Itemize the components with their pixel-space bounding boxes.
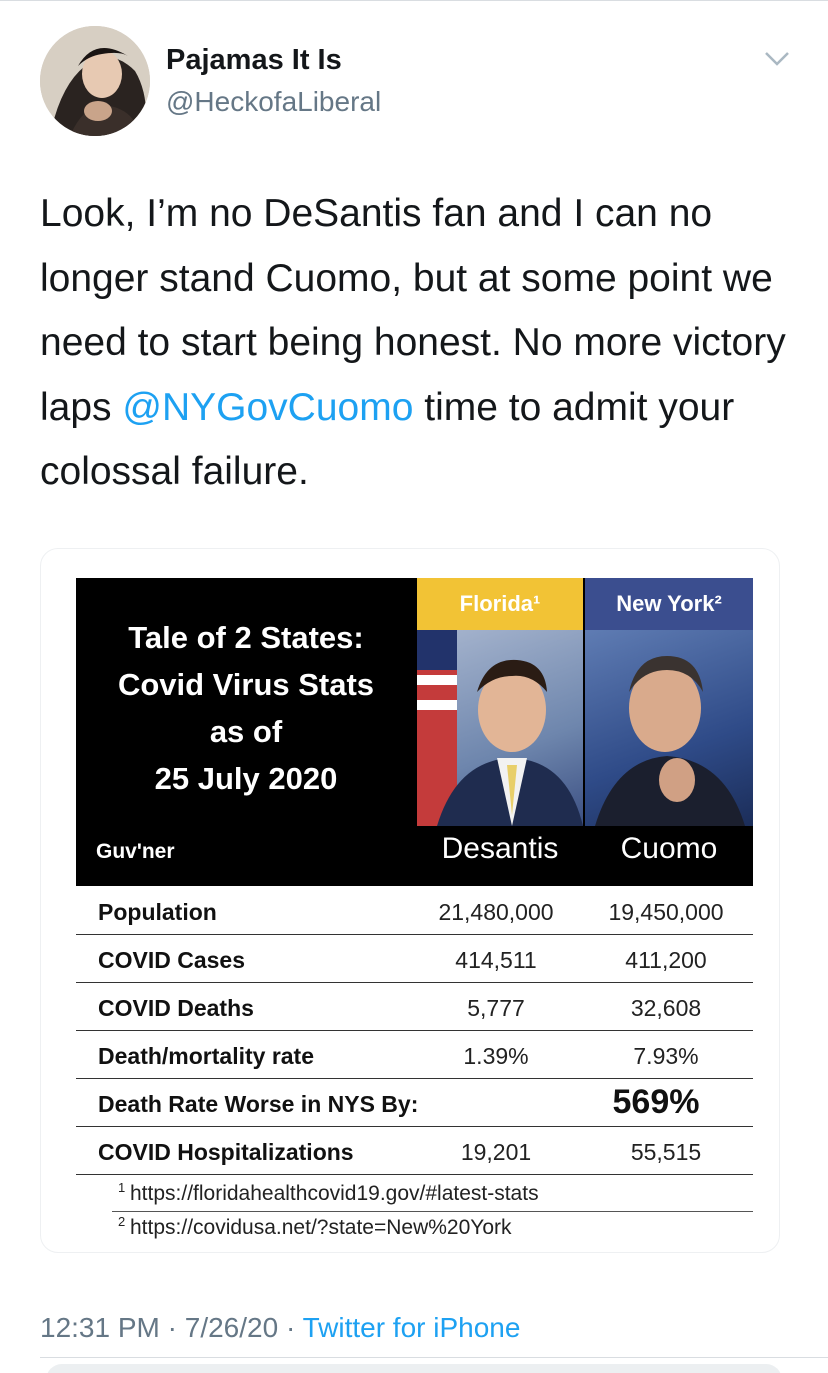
worse-row: Death Rate Worse in NYS By: 569% <box>76 1079 753 1127</box>
table-row: COVID Cases 414,511 411,200 <box>76 935 753 983</box>
title-line: 25 July 2020 <box>154 761 338 796</box>
footnote-mark: 2 <box>118 1214 126 1229</box>
florida-value: 5,777 <box>467 995 525 1021</box>
table-row: Population 21,480,000 19,450,000 <box>76 887 753 935</box>
separator: · <box>167 1312 177 1343</box>
florida-value: 19,201 <box>460 1139 532 1165</box>
tweet-source-link[interactable]: Twitter for iPhone <box>303 1312 521 1343</box>
newyork-header: New York² <box>585 578 753 630</box>
stats-table: Population 21,480,000 19,450,000 COVID C… <box>76 887 753 1175</box>
guv-florida: Desantis <box>441 832 559 865</box>
author-handle[interactable]: @HeckofaLiberal <box>166 86 381 118</box>
title-line: as of <box>209 714 283 749</box>
infographic-header: Tale of 2 States: Covid Virus Stats as o… <box>76 578 753 886</box>
row-label: Death Rate Worse in NYS By: <box>98 1091 419 1117</box>
florida-header: Florida¹ <box>417 578 583 630</box>
chevron-down-icon[interactable] <box>764 50 790 68</box>
avatar-photo-icon <box>40 26 150 136</box>
row-label: COVID Hospitalizations <box>98 1139 354 1165</box>
table-row: COVID Deaths 5,777 32,608 <box>76 983 753 1031</box>
florida-value: 414,511 <box>455 947 537 973</box>
worse-value: 569% <box>612 1083 700 1121</box>
footnote-url: https://covidusa.net/?state=New%20York <box>130 1216 512 1239</box>
row-label: Death/mortality rate <box>98 1043 315 1069</box>
guv-label: Guv'ner <box>96 840 175 863</box>
row-label: COVID Deaths <box>98 995 254 1021</box>
newyork-value: 19,450,000 <box>608 899 724 925</box>
guv-newyork: Cuomo <box>620 832 718 865</box>
bottom-divider <box>40 1357 828 1358</box>
desantis-photo <box>417 630 583 826</box>
next-card-edge <box>46 1364 782 1373</box>
footnote-url: https://floridahealthcovid19.gov/#latest… <box>130 1182 539 1205</box>
footnote: 1 https://floridahealthcovid19.gov/#late… <box>76 1178 753 1212</box>
row-label: COVID Cases <box>98 947 246 973</box>
footnotes: 1 https://floridahealthcovid19.gov/#late… <box>76 1178 753 1246</box>
tweet-time: 12:31 PM <box>40 1312 160 1343</box>
infographic-title: Tale of 2 States: Covid Virus Stats as o… <box>76 614 416 802</box>
avatar[interactable] <box>40 26 150 136</box>
newyork-value: 32,608 <box>630 995 702 1021</box>
footnote: 2 https://covidusa.net/?state=New%20York <box>76 1212 753 1246</box>
newyork-value: 55,515 <box>630 1139 702 1165</box>
footnote-mark: 1 <box>118 1180 126 1195</box>
separator: · <box>285 1312 296 1343</box>
tweet-date: 7/26/20 <box>184 1312 279 1343</box>
tweet-header: Pajamas It Is @HeckofaLiberal <box>40 26 790 136</box>
row-label: Population <box>98 899 217 925</box>
tweet-text: Look, I’m no DeSantis fan and I can no l… <box>40 182 800 505</box>
author-name[interactable]: Pajamas It Is <box>166 44 342 77</box>
cuomo-photo <box>585 630 753 826</box>
tweet-meta: 12:31 PM · 7/26/20 · Twitter for iPhone <box>40 1312 520 1344</box>
florida-value: 1.39% <box>463 1043 529 1069</box>
florida-value: 21,480,000 <box>438 899 554 925</box>
mention-link[interactable]: @NYGovCuomo <box>122 386 413 429</box>
title-line: Tale of 2 States: <box>128 620 364 655</box>
newyork-value: 7.93% <box>633 1043 699 1069</box>
table-row: Death/mortality rate 1.39% 7.93% <box>76 1031 753 1079</box>
newyork-value: 411,200 <box>625 947 707 973</box>
top-divider <box>0 0 828 1</box>
table-row: COVID Hospitalizations 19,201 55,515 <box>76 1127 753 1175</box>
title-line: Covid Virus Stats <box>117 667 375 702</box>
